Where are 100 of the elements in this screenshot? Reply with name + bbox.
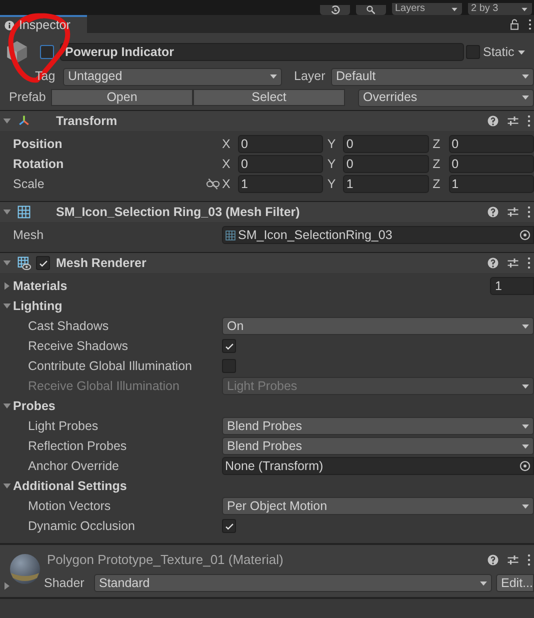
component-title: Transform (56, 112, 118, 130)
axis-label: Z (432, 156, 442, 173)
layer-dropdown[interactable]: Default (331, 68, 534, 86)
object-value: None (Transform) (225, 458, 324, 475)
sliders-icon[interactable] (507, 206, 519, 218)
more-options-icon[interactable] (528, 18, 532, 30)
help-icon[interactable] (487, 115, 499, 127)
history-button[interactable] (320, 5, 350, 15)
more-options-icon[interactable] (527, 257, 531, 269)
unlinked-chain-icon[interactable] (206, 178, 220, 190)
sliders-icon[interactable] (507, 257, 519, 269)
foldout-label[interactable]: Additional Settings (13, 476, 127, 496)
collapse-arrow-icon[interactable] (2, 207, 12, 217)
number-field[interactable]: 0 (448, 135, 534, 153)
help-icon[interactable] (487, 257, 499, 269)
prefab-label: Prefab (9, 89, 47, 106)
sliders-icon[interactable] (507, 115, 519, 127)
layers-dropdown[interactable]: Layers (392, 3, 462, 15)
foldout-label[interactable]: Lighting (13, 296, 62, 316)
axis-label: X (222, 136, 232, 153)
more-options-icon[interactable] (527, 115, 531, 127)
foldout-label[interactable]: Probes (13, 396, 56, 416)
collapse-arrow-icon[interactable] (2, 116, 12, 126)
component-title: SM_Icon_Selection Ring_03 (Mesh Filter) (56, 204, 300, 221)
number-field[interactable]: 1 (448, 175, 534, 193)
collapse-arrow-icon[interactable] (2, 481, 12, 491)
tag-dropdown[interactable]: Untagged (63, 68, 282, 86)
property-label: Receive Global Illumination (28, 378, 180, 395)
more-options-icon[interactable] (527, 206, 531, 218)
property-label: Motion Vectors (28, 498, 112, 515)
number-field[interactable]: 0 (448, 155, 534, 173)
property-label: Dynamic Occlusion (28, 518, 136, 535)
shader-label: Shader (44, 574, 86, 592)
number-field[interactable]: 0 (343, 135, 429, 153)
object-field[interactable]: SM_Icon_SelectionRing_03 (222, 226, 534, 244)
axis-label: Y (327, 156, 337, 173)
sliders-icon[interactable] (507, 554, 519, 566)
property-label: Contribute Global Illumination (28, 358, 193, 375)
axis-label: Y (327, 176, 337, 193)
property-label: Reflection Probes (28, 438, 128, 455)
static-label: Static (483, 44, 514, 61)
help-icon[interactable] (487, 554, 499, 566)
axis-label: X (222, 176, 232, 193)
material-title: Polygon Prototype_Texture_01 (Material) (47, 551, 284, 570)
search-button[interactable] (356, 5, 386, 15)
shader-dropdown[interactable]: Standard (94, 574, 492, 592)
collapse-arrow-icon[interactable] (2, 401, 12, 411)
material-sphere-icon (9, 553, 41, 585)
number-field[interactable]: 0 (238, 155, 324, 173)
help-icon[interactable] (487, 206, 499, 218)
prefab-button[interactable]: Open (51, 89, 193, 106)
more-options-icon[interactable] (527, 554, 531, 566)
checkbox[interactable] (466, 45, 480, 59)
expand-arrow-icon[interactable] (2, 281, 12, 291)
expand-arrow-icon[interactable] (2, 581, 12, 591)
object-value: SM_Icon_SelectionRing_03 (238, 226, 394, 244)
lock-icon[interactable] (509, 18, 520, 30)
property-label: Mesh (13, 226, 45, 244)
layout-dropdown[interactable]: 2 by 3 (468, 3, 532, 15)
collapse-arrow-icon[interactable] (2, 301, 12, 311)
prefab-button[interactable]: Select (193, 89, 345, 106)
mesh-grid-icon (225, 230, 236, 240)
property-label: Scale (13, 176, 44, 193)
object-picker-icon[interactable] (519, 229, 531, 241)
checked-checkbox[interactable] (222, 339, 236, 353)
property-dropdown[interactable]: Blend Probes (222, 417, 534, 435)
name-field[interactable]: Powerup Indicator (60, 43, 464, 61)
object-field[interactable]: None (Transform) (222, 457, 534, 475)
count-field[interactable]: 1 (490, 277, 534, 295)
property-label: Cast Shadows (28, 318, 110, 335)
number-field[interactable]: 1 (343, 175, 429, 193)
edit-button[interactable]: Edit... (496, 574, 534, 592)
property-label: Rotation (13, 156, 64, 173)
checked-checkbox[interactable] (36, 256, 50, 270)
checkbox[interactable] (222, 359, 236, 373)
search-icon (366, 5, 376, 15)
layer-label: Layer (294, 68, 326, 86)
axes-icon (17, 114, 31, 128)
number-field[interactable]: 0 (343, 155, 429, 173)
axis-label: Z (432, 136, 442, 153)
property-label: Receive Shadows (28, 338, 130, 355)
overrides-dropdown[interactable]: Overrides (358, 88, 534, 106)
checkbox[interactable] (40, 45, 54, 59)
foldout-label[interactable]: Materials (13, 276, 68, 296)
number-field[interactable]: 0 (238, 135, 324, 153)
property-dropdown[interactable]: Blend Probes (222, 437, 534, 455)
property-dropdown[interactable]: Per Object Motion (222, 497, 534, 515)
mesh-grid-icon (17, 205, 31, 219)
property-dropdown[interactable]: On (222, 317, 534, 335)
property-label: Anchor Override (28, 458, 120, 475)
history-icon (330, 5, 340, 15)
number-field[interactable]: 1 (238, 175, 324, 193)
collapse-arrow-icon[interactable] (2, 258, 12, 268)
axis-label: Z (432, 176, 442, 193)
object-picker-icon[interactable] (519, 460, 531, 472)
property-label: Position (13, 136, 62, 153)
axis-label: Y (327, 136, 337, 153)
checked-checkbox[interactable] (222, 519, 236, 533)
property-label: Light Probes (28, 418, 100, 435)
mesh-renderer-icon (17, 256, 31, 270)
